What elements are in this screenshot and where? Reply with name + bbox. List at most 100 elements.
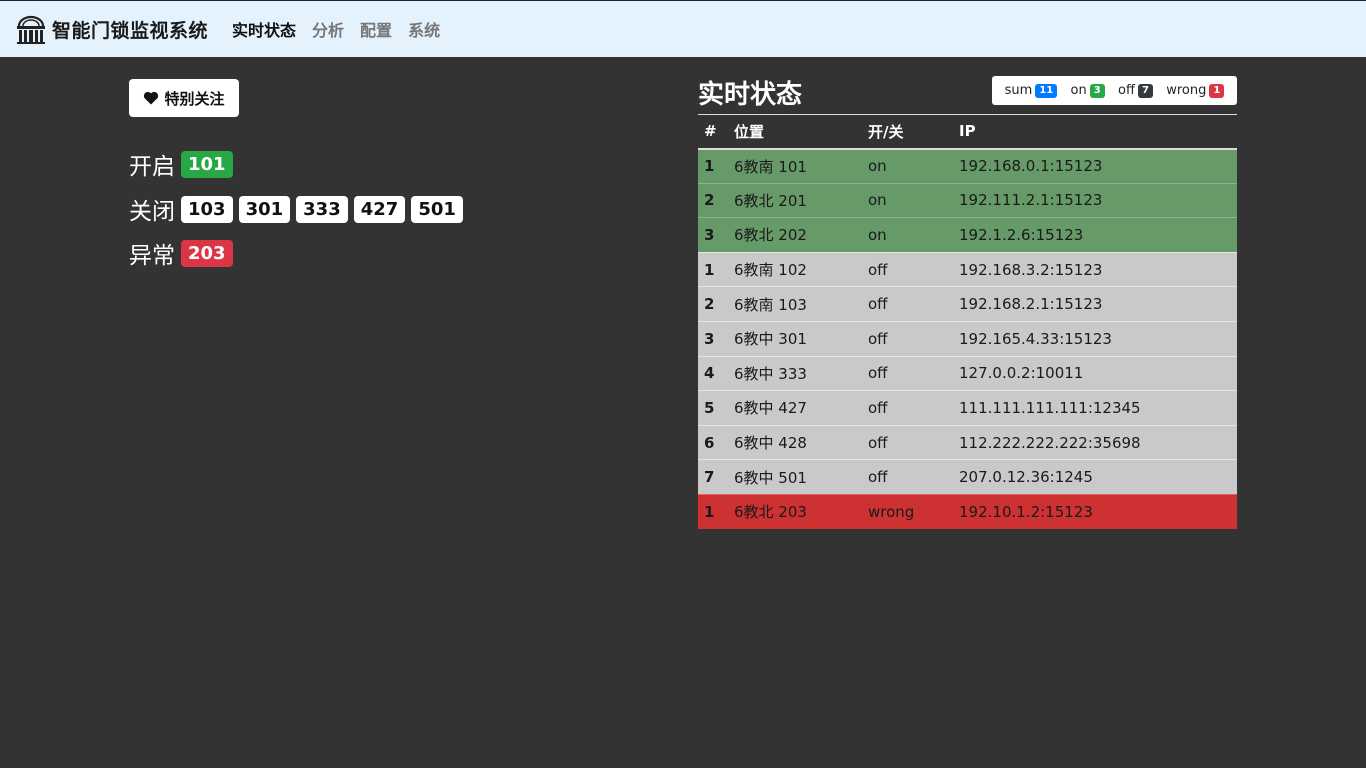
room-badge-closed[interactable]: 501 [411,195,463,223]
table-row[interactable]: 1 6教南 102 off 192.168.3.2:15123 [698,251,1237,287]
table-header-row: # 位置 开/关 IP [698,114,1237,150]
row-state: off [862,459,953,495]
table-row[interactable]: 2 6教南 103 off 192.168.2.1:15123 [698,286,1237,322]
header-location: 位置 [728,114,862,150]
row-location: 6教南 102 [728,251,862,287]
row-number: 7 [698,459,728,495]
row-number: 2 [698,182,728,218]
row-state: off [862,320,953,357]
row-number: 6 [698,424,728,460]
nav-menu: 实时状态 分析 配置 系统 [232,17,456,41]
row-number: 4 [698,355,728,391]
row-ip: 112.222.222.222:35698 [953,424,1237,460]
summary-wrong[interactable]: wrong 1 [1166,83,1225,98]
summary-wrong-count: 1 [1209,83,1225,98]
row-state: on [862,148,953,184]
header-ip: IP [953,114,1237,150]
summary-off-label: off [1118,83,1135,98]
row-ip: 192.10.1.2:15123 [953,493,1237,530]
room-badge-closed[interactable]: 103 [181,195,233,223]
table-row[interactable]: 3 6教北 202 on 192.1.2.6:15123 [698,217,1237,253]
section-title: 实时状态 [698,80,803,110]
favorite-button[interactable]: 特别关注 [129,79,239,117]
brand-title: 智能门锁监视系统 [52,19,209,42]
row-location: 6教中 427 [728,390,862,426]
row-location: 6教中 301 [728,320,862,357]
row-state: off [862,390,953,426]
row-ip: 192.168.0.1:15123 [953,148,1237,184]
summary-sum-count: 11 [1035,83,1058,98]
table-body: 1 6教南 101 on 192.168.0.1:15123 2 6教北 201 on 192… [698,148,1237,530]
row-ip: 127.0.0.2:10011 [953,355,1237,391]
row-state: off [862,286,953,322]
row-location: 6教中 333 [728,355,862,391]
row-number: 3 [698,320,728,357]
brand[interactable]: 智能门锁监视系统 [15,13,208,45]
row-ip: 192.1.2.6:15123 [953,217,1237,253]
row-ip: 192.168.3.2:15123 [953,251,1237,287]
heart-icon [144,91,159,105]
status-table: # 位置 开/关 IP 1 6教南 101 on 192.168.0.1:15123 2… [698,114,1237,530]
row-state: off [862,424,953,460]
room-badge-closed[interactable]: 427 [353,195,406,223]
summary-sum[interactable]: sum 11 [1005,83,1058,98]
table-row[interactable]: 1 6教北 203 wrong 192.10.1.2:15123 [698,493,1237,530]
row-ip: 192.168.2.1:15123 [953,286,1237,322]
error-group-label: 异常 [129,243,175,269]
row-number: 1 [698,251,728,287]
row-location: 6教中 428 [728,424,862,460]
row-ip: 111.111.111.111:12345 [953,390,1237,426]
row-number: 3 [698,217,728,253]
row-location: 6教南 103 [728,286,862,322]
row-state: on [862,217,953,253]
table-row[interactable]: 1 6教南 101 on 192.168.0.1:15123 [698,148,1237,184]
room-badge-closed[interactable]: 333 [296,195,348,223]
room-badge-error[interactable]: 203 [181,239,233,267]
table-row[interactable]: 6 6教中 428 off 112.222.222.222:35698 [698,424,1237,460]
row-state: wrong [862,493,953,530]
row-state: off [862,251,953,287]
header-number: # [698,114,728,150]
closed-group-label: 关闭 [129,199,175,225]
room-badge-open[interactable]: 101 [181,150,233,178]
lock-building-icon [17,15,45,44]
row-number: 2 [698,286,728,322]
row-location: 6教北 201 [728,182,862,218]
table-row[interactable]: 5 6教中 427 off 111.111.111.111:12345 [698,390,1237,426]
open-group: 开启 101 [129,147,239,181]
nav-item-config[interactable]: 配置 [360,17,392,41]
table-row[interactable]: 4 6教中 333 off 127.0.0.2:10011 [698,355,1237,391]
row-ip: 192.165.4.33:15123 [953,320,1237,357]
row-number: 1 [698,148,728,184]
closed-group: 关闭 103 301 333 427 501 [129,192,469,226]
row-location: 6教北 203 [728,493,862,530]
row-ip: 192.111.2.1:15123 [953,182,1237,218]
row-location: 6教北 202 [728,217,862,253]
open-group-label: 开启 [129,154,175,180]
table-row[interactable]: 3 6教中 301 off 192.165.4.33:15123 [698,320,1237,357]
row-location: 6教中 501 [728,459,862,495]
summary-on[interactable]: on 3 [1071,83,1105,98]
table-row[interactable]: 7 6教中 501 off 207.0.12.36:1245 [698,459,1237,495]
nav-item-analysis[interactable]: 分析 [312,17,344,41]
room-badge-closed[interactable]: 301 [238,195,291,223]
favorite-button-label: 特别关注 [164,89,225,108]
summary-on-label: on [1070,83,1087,98]
summary-off[interactable]: off 7 [1118,83,1153,98]
summary-sum-label: sum [1004,83,1033,98]
status-summary: sum 11 on 3 off 7 wrong 1 [992,76,1237,105]
row-location: 6教南 101 [728,148,862,184]
navbar: 智能门锁监视系统 实时状态 分析 配置 系统 [0,0,1366,57]
row-state: off [862,355,953,391]
row-state: on [862,182,953,218]
row-number: 1 [698,493,728,530]
table-row[interactable]: 2 6教北 201 on 192.111.2.1:15123 [698,182,1237,218]
header-state: 开/关 [862,114,953,150]
row-number: 5 [698,390,728,426]
nav-item-realtime[interactable]: 实时状态 [232,17,296,41]
nav-item-system[interactable]: 系统 [408,17,440,41]
error-group: 异常 203 [129,236,239,270]
summary-off-count: 7 [1137,83,1153,98]
summary-on-count: 3 [1089,83,1105,98]
row-ip: 207.0.12.36:1245 [953,459,1237,495]
